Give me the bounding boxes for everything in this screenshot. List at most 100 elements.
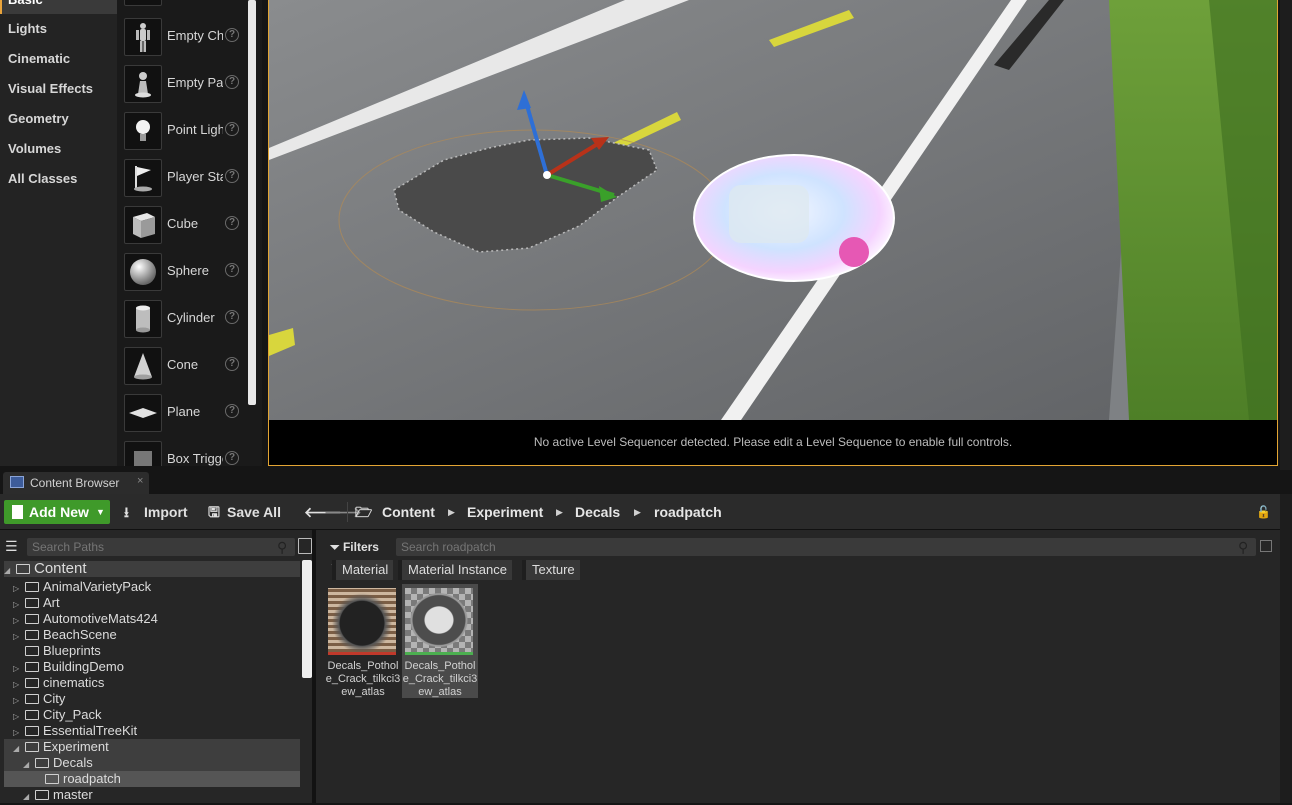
- tree-node-beachscene[interactable]: ▷ BeachScene: [13, 627, 117, 643]
- actor-item-empty-character[interactable]: Empty Character ?: [124, 16, 246, 56]
- tree-node-city-pack[interactable]: ▷ City_Pack: [13, 707, 102, 723]
- asset-view-panel: ⏷ Filters ▼ ⚲ Material Material Instance…: [320, 530, 1280, 803]
- actor-item-empty-pawn[interactable]: Empty Pawn ?: [124, 63, 246, 103]
- expanded-arrow-icon[interactable]: ◢: [4, 563, 14, 579]
- tree-node-city[interactable]: ▷ City: [13, 691, 65, 707]
- help-icon[interactable]: ?: [225, 404, 239, 418]
- search-icon[interactable]: ⚲: [277, 539, 291, 555]
- path-search-field[interactable]: [27, 538, 295, 556]
- actor-item-plane[interactable]: Plane ?: [124, 392, 246, 432]
- category-basic[interactable]: Basic: [0, 0, 117, 14]
- flag-icon: [124, 159, 162, 197]
- breadcrumb-separator-icon[interactable]: ▶: [448, 500, 455, 524]
- tree-node-art[interactable]: ▷ Art: [13, 595, 60, 611]
- toolbar-divider: [347, 502, 348, 522]
- filter-chip-material-instance[interactable]: Material Instance: [398, 560, 512, 580]
- help-icon[interactable]: ?: [225, 451, 239, 465]
- actor-item-cone[interactable]: Cone ?: [124, 345, 246, 385]
- actor-list-scrollbar[interactable]: [248, 0, 256, 405]
- character-icon: [124, 18, 162, 56]
- asset-search-field[interactable]: [396, 538, 1256, 556]
- folder-icon: [25, 630, 39, 640]
- help-icon[interactable]: ?: [225, 28, 239, 42]
- folder-icon: [25, 646, 39, 656]
- back-arrow-icon[interactable]: 🡐: [304, 500, 342, 524]
- category-visual-effects[interactable]: Visual Effects: [0, 74, 117, 104]
- save-all-button[interactable]: 🖫 Save All: [208, 500, 288, 524]
- help-icon[interactable]: ?: [225, 310, 239, 324]
- actor-item-partial[interactable]: [124, 0, 246, 6]
- tree-node-automotivemats424[interactable]: ▷ AutomotiveMats424: [13, 611, 158, 627]
- help-icon[interactable]: ?: [225, 169, 239, 183]
- right-panel-edge: [1280, 0, 1292, 803]
- close-icon[interactable]: ×: [137, 475, 143, 487]
- breadcrumb-decals[interactable]: Decals: [575, 500, 620, 524]
- filter-chip-texture[interactable]: Texture: [522, 560, 580, 580]
- asset-search-input[interactable]: ⚲: [396, 538, 1256, 556]
- actor-item-cube[interactable]: Cube ?: [124, 204, 246, 244]
- plane-icon: [124, 394, 162, 432]
- search-icon[interactable]: ⚲: [1238, 539, 1252, 555]
- level-viewport[interactable]: No active Level Sequencer detected. Plea…: [268, 0, 1278, 466]
- tree-node-blueprints[interactable]: Blueprints: [13, 643, 101, 659]
- folder-open-icon: [35, 758, 49, 768]
- tree-node-animalvarietypack[interactable]: ▷ AnimalVarietyPack: [13, 579, 151, 595]
- light-bulb-icon: [124, 112, 162, 150]
- help-icon[interactable]: ?: [225, 75, 239, 89]
- save-search-icon[interactable]: [1260, 540, 1272, 552]
- import-button[interactable]: ⭳ Import: [124, 500, 194, 524]
- breadcrumb-content[interactable]: Content: [382, 500, 435, 524]
- chevron-down-icon: ▼: [96, 507, 105, 517]
- save-all-label: Save All: [227, 504, 281, 520]
- category-cinematic[interactable]: Cinematic: [0, 44, 117, 74]
- add-new-button[interactable]: Add New ▼: [4, 500, 110, 524]
- tree-node-decals[interactable]: ◢ Decals: [23, 755, 93, 771]
- category-volumes[interactable]: Volumes: [0, 134, 117, 164]
- tree-node-content[interactable]: ◢ Content: [4, 561, 87, 577]
- forward-arrow-icon[interactable]: 🡒: [324, 500, 362, 524]
- view-options-icon[interactable]: [298, 538, 312, 554]
- actor-label: Cube: [167, 216, 199, 231]
- viewport-scene[interactable]: [269, 0, 1277, 420]
- path-tree-scrollbar[interactable]: [302, 560, 312, 678]
- tree-node-master[interactable]: ◢ master: [23, 787, 93, 803]
- actor-label: Cone: [167, 357, 199, 372]
- tree-node-essentialtreekit[interactable]: ▷ EssentialTreeKit: [13, 723, 137, 739]
- folder-open-icon[interactable]: 🗁: [355, 500, 373, 524]
- actor-item-sphere[interactable]: Sphere ?: [124, 251, 246, 291]
- path-search-input[interactable]: ⚲: [27, 538, 295, 556]
- category-geometry[interactable]: Geometry: [0, 104, 117, 134]
- folder-icon: [16, 564, 30, 574]
- help-icon[interactable]: ?: [225, 263, 239, 277]
- toggle-sources-icon[interactable]: ☰: [5, 538, 23, 556]
- actor-item-point-light[interactable]: Point Light ?: [124, 110, 246, 150]
- sphere-icon: [124, 253, 162, 291]
- asset-tile[interactable]: Decals_Pothole_Crack_tilkci3ew_atlas: [325, 584, 401, 698]
- breadcrumb-separator-icon[interactable]: ▶: [634, 500, 641, 524]
- category-all-classes[interactable]: All Classes: [0, 164, 117, 194]
- breadcrumb-experiment[interactable]: Experiment: [467, 500, 543, 524]
- tree-node-roadpatch[interactable]: roadpatch: [33, 771, 121, 787]
- lock-icon[interactable]: 🔓: [1256, 500, 1271, 524]
- tab-label: Content Browser: [30, 476, 120, 490]
- category-lights[interactable]: Lights: [0, 14, 117, 44]
- filter-icon: ⏷: [330, 540, 340, 554]
- asset-tile-selected[interactable]: Decals_Pothole_Crack_tilkci3ew_atlas: [402, 584, 478, 698]
- actor-item-player-start[interactable]: Player Start ?: [124, 157, 246, 197]
- actor-item-box-trigger[interactable]: Box Trigger ?: [124, 439, 246, 466]
- new-document-icon: [12, 505, 23, 519]
- help-icon[interactable]: ?: [225, 122, 239, 136]
- folder-icon: [25, 662, 39, 672]
- tree-node-experiment[interactable]: ◢ Experiment: [13, 739, 109, 755]
- breadcrumb-roadpatch[interactable]: roadpatch: [654, 500, 722, 524]
- tree-node-buildingdemo[interactable]: ▷ BuildingDemo: [13, 659, 124, 675]
- help-icon[interactable]: ?: [225, 216, 239, 230]
- help-icon[interactable]: ?: [225, 357, 239, 371]
- content-browser: Add New ▼ ⭳ Import 🖫 Save All 🡐 🡒 🗁 Cont…: [0, 494, 1280, 803]
- filters-button[interactable]: ⏷ Filters ▼: [330, 538, 390, 571]
- tab-content-browser[interactable]: Content Browser ×: [3, 472, 149, 494]
- breadcrumb-separator-icon[interactable]: ▶: [556, 500, 563, 524]
- actor-item-cylinder[interactable]: Cylinder ?: [124, 298, 246, 338]
- filter-chip-material[interactable]: Material: [332, 560, 394, 580]
- tree-node-cinematics[interactable]: ▷ cinematics: [13, 675, 104, 691]
